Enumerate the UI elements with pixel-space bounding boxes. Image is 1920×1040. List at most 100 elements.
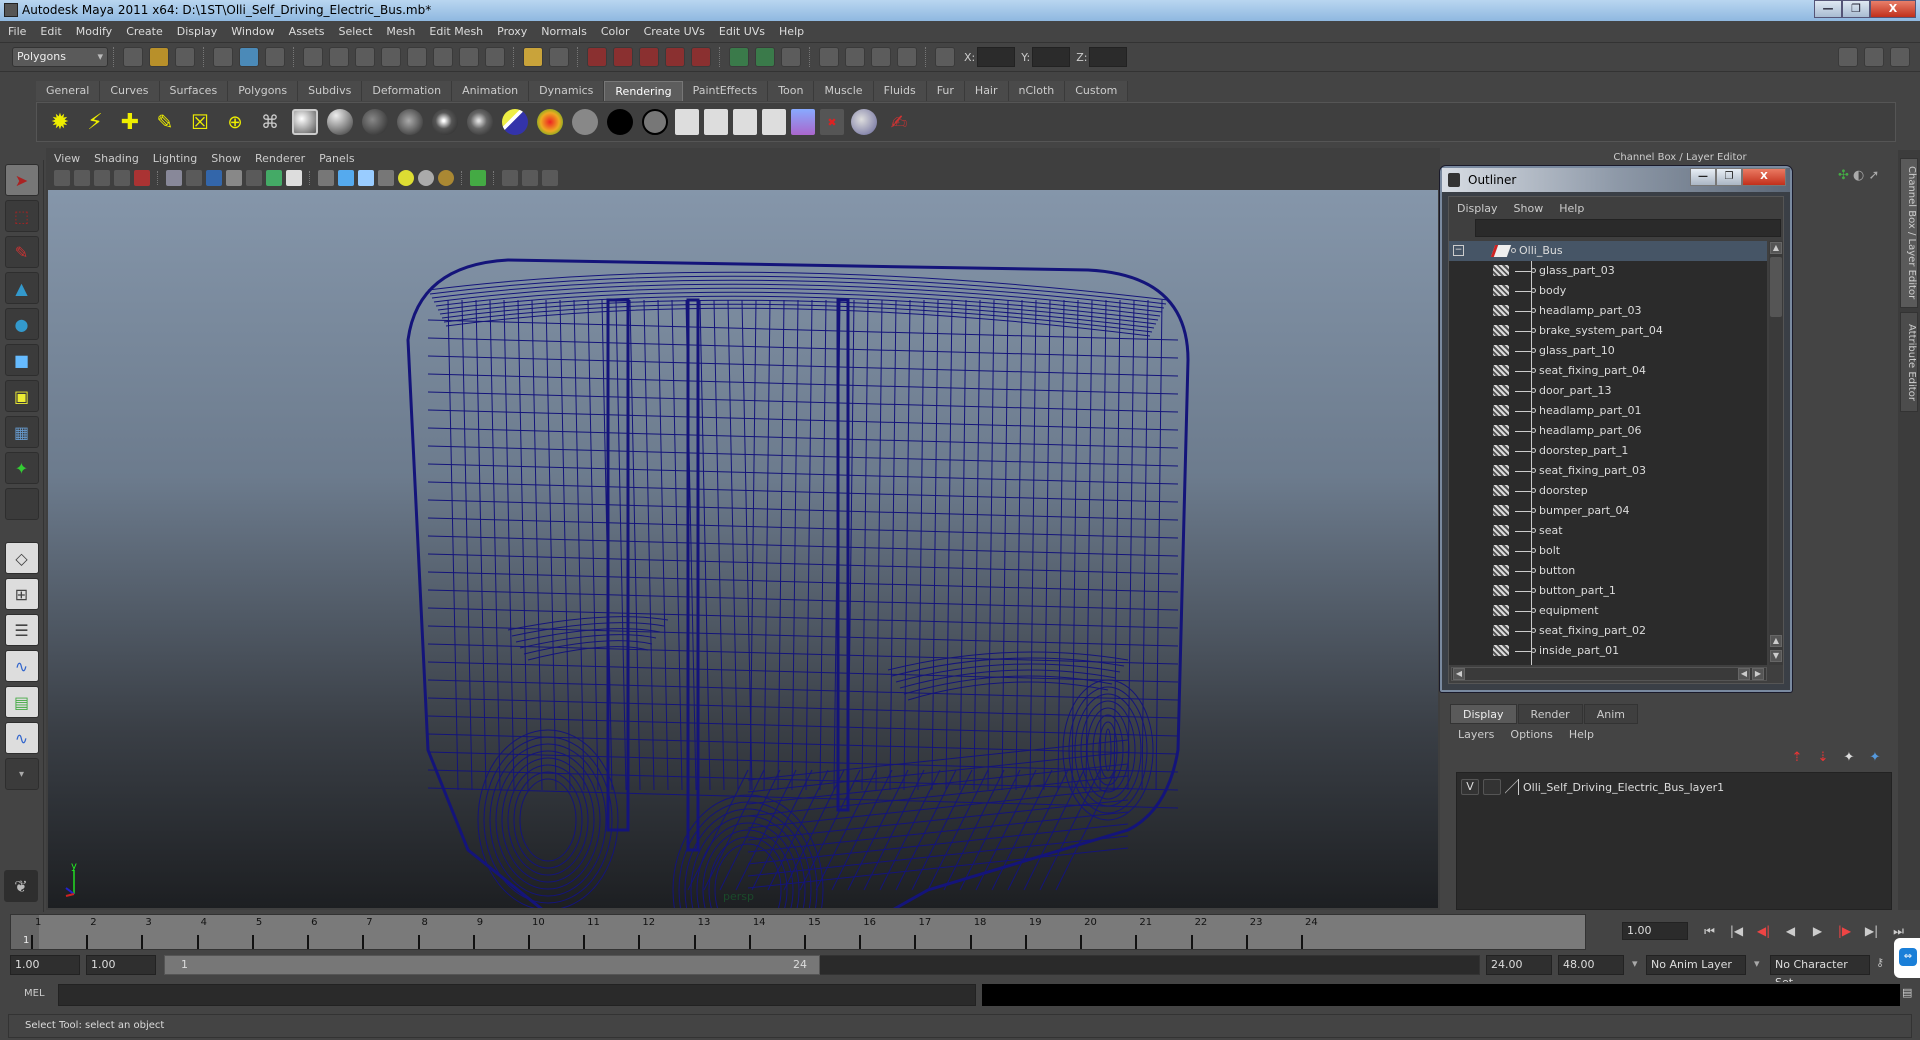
xray-joints-icon[interactable] xyxy=(522,170,538,186)
viewport-menu-view[interactable]: View xyxy=(54,152,80,165)
shelf-tab-dynamics[interactable]: Dynamics xyxy=(529,81,605,101)
menu-assets[interactable]: Assets xyxy=(289,25,325,38)
anim-layer-dropdown-arrow[interactable]: ▾ xyxy=(1632,957,1638,970)
outliner-item[interactable]: bolt xyxy=(1449,541,1767,561)
menu-modify[interactable]: Modify xyxy=(76,25,112,38)
snap-view-plane-icon[interactable] xyxy=(381,47,401,67)
hypershade-window-icon[interactable] xyxy=(791,109,815,135)
time-slider[interactable]: 1 2 3 4 5 6 7 8 9 10 11 12 13 14 15 16 17 18 19 20 21 22 23 24 … xyxy=(10,914,1586,950)
show-channel-box-icon[interactable] xyxy=(1890,47,1910,67)
rotate-tool-icon[interactable]: ● xyxy=(4,308,39,340)
step-forward-key-button[interactable]: |▶ xyxy=(1831,922,1858,940)
shelf-tab-general[interactable]: General xyxy=(36,81,101,101)
help-icon[interactable] xyxy=(485,47,505,67)
viewport-menu-renderer[interactable]: Renderer xyxy=(255,152,305,165)
layer-visibility-toggle[interactable]: V xyxy=(1461,779,1479,795)
script-editor-icon[interactable]: ▤ xyxy=(1902,986,1912,999)
scroll-up-icon[interactable]: ▲ xyxy=(1770,242,1782,254)
isolate-select-icon[interactable] xyxy=(470,170,486,186)
layer-menu-options[interactable]: Options xyxy=(1510,728,1552,741)
layer-menu-help[interactable]: Help xyxy=(1569,728,1594,741)
camera-attributes-icon[interactable] xyxy=(74,170,90,186)
menu-edit-mesh[interactable]: Edit Mesh xyxy=(429,25,483,38)
layer-color-swatch[interactable] xyxy=(1505,779,1519,795)
outliner-item[interactable]: headlamp_part_01 xyxy=(1449,401,1767,421)
move-tool-icon[interactable]: ▲ xyxy=(4,272,39,304)
directional-light-icon[interactable]: ⚡ xyxy=(80,107,110,137)
four-view-layout-icon[interactable]: ⊞ xyxy=(4,578,39,610)
axis-orient-icon[interactable]: ✣ xyxy=(1838,168,1849,183)
outliner-item[interactable]: seat xyxy=(1449,521,1767,541)
resolution-gate-icon[interactable] xyxy=(206,170,222,186)
outliner-item[interactable]: inside_part_01 xyxy=(1449,641,1767,661)
z-field[interactable] xyxy=(1089,47,1128,67)
outliner-vertical-scrollbar[interactable]: ▲ ▲ ▼ xyxy=(1769,241,1783,665)
scale-tool-icon[interactable]: ■ xyxy=(4,344,39,376)
outliner-item[interactable]: bumper_part_04 xyxy=(1449,501,1767,521)
open-scene-icon[interactable] xyxy=(149,47,169,67)
half-circle-icon[interactable]: ◐ xyxy=(1853,168,1864,183)
remote-session-badge[interactable]: ⇔ xyxy=(1894,938,1920,978)
shelf-tab-ncloth[interactable]: nCloth xyxy=(1008,81,1066,101)
hypershade-icon[interactable] xyxy=(290,107,320,137)
menu-edit-uvs[interactable]: Edit UVs xyxy=(719,25,765,38)
surface-shader-icon[interactable] xyxy=(605,107,635,137)
input-ops-icon[interactable] xyxy=(729,47,749,67)
shelf-tab-surfaces[interactable]: Surfaces xyxy=(159,81,229,101)
play-forwards-button[interactable]: ▶ xyxy=(1804,922,1831,940)
field-chart-icon[interactable] xyxy=(246,170,262,186)
universal-manipulator-icon[interactable]: ▣ xyxy=(4,380,39,412)
outliner-item[interactable]: equipment xyxy=(1449,601,1767,621)
persp-graph-hypergraph-layout-icon[interactable]: ∿ xyxy=(4,722,39,754)
scroll-left-icon[interactable]: ◀ xyxy=(1453,668,1465,680)
viewport-menu-show[interactable]: Show xyxy=(211,152,241,165)
current-time-field[interactable]: 1.00 xyxy=(1622,922,1688,940)
menu-display[interactable]: Display xyxy=(177,25,218,38)
move-layer-down-icon[interactable]: ⇣ xyxy=(1812,750,1834,768)
tab-channel-box-layer-editor[interactable]: Channel Box / Layer Editor xyxy=(1900,158,1918,308)
shelf-tab-painteffects[interactable]: PaintEffects xyxy=(682,81,769,101)
mel-label[interactable]: MEL xyxy=(24,988,45,999)
camera-icon[interactable]: ⌘ xyxy=(255,107,285,137)
create-empty-layer-icon[interactable]: ✦ xyxy=(1838,750,1860,768)
tab-attribute-editor[interactable]: Attribute Editor xyxy=(1900,312,1918,412)
wireframe-bus-model[interactable] xyxy=(48,190,1438,908)
batch-render-cancel-icon[interactable]: ✖ xyxy=(820,109,844,135)
show-attribute-editor-icon[interactable] xyxy=(1838,47,1858,67)
render-current-frame-icon[interactable] xyxy=(704,109,728,135)
step-forward-frame-button[interactable]: ▶| xyxy=(1858,922,1885,940)
lambert-material-icon[interactable] xyxy=(360,107,390,137)
select-hierarchy-icon[interactable] xyxy=(213,47,233,67)
snap-curve-icon[interactable] xyxy=(329,47,349,67)
outliner-menu-help[interactable]: Help xyxy=(1559,202,1584,215)
outliner-persp-layout-icon[interactable]: ☰ xyxy=(4,614,39,646)
film-gate-icon[interactable] xyxy=(186,170,202,186)
select-object-icon[interactable] xyxy=(239,47,259,67)
render-settings-icon[interactable] xyxy=(871,47,891,67)
shelf-tab-subdivs[interactable]: Subdivs xyxy=(298,81,363,101)
ipr-render-icon[interactable] xyxy=(733,109,757,135)
shelf-tab-fluids[interactable]: Fluids xyxy=(873,81,927,101)
shelf-tab-custom[interactable]: Custom xyxy=(1065,81,1129,101)
go-to-start-button[interactable]: ⏮ xyxy=(1696,922,1723,940)
arrow-icon[interactable]: ➚ xyxy=(1869,168,1880,183)
outliner-maximize-button[interactable]: ❐ xyxy=(1716,168,1742,186)
volume-light-icon[interactable]: ⊕ xyxy=(220,107,250,137)
shelf-tab-deformation[interactable]: Deformation xyxy=(362,81,453,101)
ramp-shader-icon[interactable] xyxy=(500,107,530,137)
use-background-icon[interactable] xyxy=(570,107,600,137)
y-field[interactable] xyxy=(1032,47,1071,67)
shadows-icon[interactable] xyxy=(438,170,454,186)
create-layer-from-selected-icon[interactable]: ✦ xyxy=(1864,750,1886,768)
outliner-item[interactable]: seat_fixing_part_04 xyxy=(1449,361,1767,381)
outliner-item[interactable]: doorstep_part_1 xyxy=(1449,441,1767,461)
x-field[interactable] xyxy=(977,47,1016,67)
point-light-icon[interactable]: ✚ xyxy=(115,107,145,137)
magnet-snap-2-icon[interactable] xyxy=(613,47,633,67)
menu-color[interactable]: Color xyxy=(601,25,630,38)
paint-canvas-icon[interactable]: ✍ xyxy=(884,107,914,137)
layer-tab-render[interactable]: Render xyxy=(1517,704,1583,724)
menu-normals[interactable]: Normals xyxy=(541,25,587,38)
menu-mesh[interactable]: Mesh xyxy=(386,25,415,38)
make-live-icon[interactable] xyxy=(407,47,427,67)
